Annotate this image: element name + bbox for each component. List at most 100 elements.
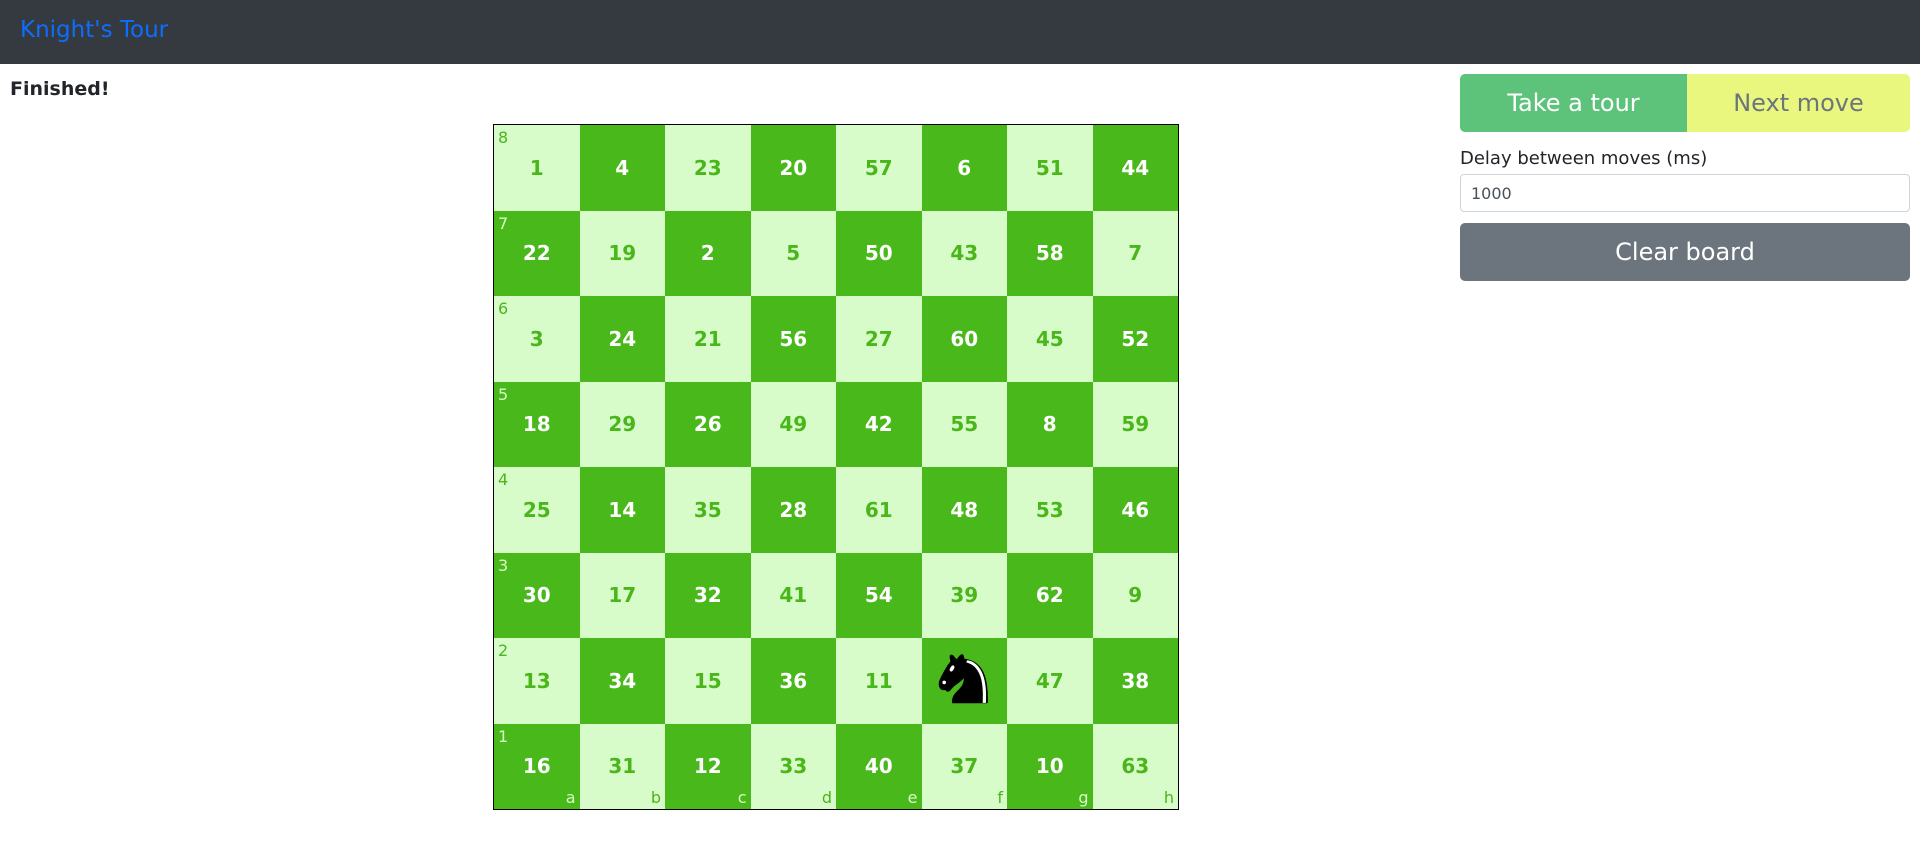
square-c6[interactable]: 21 (665, 296, 751, 382)
square-e1[interactable]: e 40 (836, 723, 922, 809)
square-b8[interactable]: 4 (579, 125, 665, 211)
square-b4[interactable]: 14 (579, 467, 665, 553)
square-d3[interactable]: 41 (750, 552, 836, 638)
take-a-tour-button[interactable]: Take a tour (1460, 74, 1687, 132)
square-f1[interactable]: f 37 (921, 723, 1007, 809)
square-f7[interactable]: 43 (921, 210, 1007, 296)
move-number: 54 (864, 583, 893, 608)
move-number: 2 (700, 241, 715, 266)
square-a4[interactable]: 4 25 (494, 467, 580, 553)
square-e3[interactable]: 54 (836, 552, 922, 638)
square-c3[interactable]: 32 (665, 552, 751, 638)
square-c2[interactable]: 15 (665, 638, 751, 724)
move-number: 26 (693, 412, 722, 437)
move-number: 6 (957, 155, 972, 180)
file-label: f (997, 788, 1003, 807)
square-h8[interactable]: 44 (1092, 125, 1178, 211)
square-a8[interactable]: 81 (494, 125, 580, 211)
rank-label: 8 (498, 128, 509, 147)
move-number: 61 (864, 497, 893, 522)
move-number: 24 (608, 326, 637, 351)
square-d8[interactable]: 20 (750, 125, 836, 211)
next-move-button[interactable]: Next move (1687, 74, 1910, 132)
square-a5[interactable]: 5 18 (494, 381, 580, 467)
move-number: 4 (615, 155, 630, 180)
move-number: 1 (529, 155, 544, 180)
file-label: a (565, 788, 576, 807)
square-a2[interactable]: 2 13 (494, 638, 580, 724)
square-b6[interactable]: 24 (579, 296, 665, 382)
square-h2[interactable]: 38 (1092, 638, 1178, 724)
square-c4[interactable]: 35 (665, 467, 751, 553)
square-f5[interactable]: 55 (921, 381, 1007, 467)
square-h1[interactable]: h 63 (1092, 723, 1178, 809)
move-number: 40 (864, 754, 893, 779)
square-e7[interactable]: 50 (836, 210, 922, 296)
square-b5[interactable]: 29 (579, 381, 665, 467)
square-g5[interactable]: 8 (1007, 381, 1093, 467)
square-d4[interactable]: 28 (750, 467, 836, 553)
square-f4[interactable]: 48 (921, 467, 1007, 553)
move-number: 52 (1121, 326, 1150, 351)
square-d7[interactable]: 5 (750, 210, 836, 296)
rank-label: 7 (498, 213, 509, 233)
square-c7[interactable]: 2 (665, 210, 751, 296)
square-d2[interactable]: 36 (750, 638, 836, 724)
square-f8[interactable]: 6 (921, 125, 1007, 211)
square-h7[interactable]: 7 (1092, 210, 1178, 296)
square-c8[interactable]: 23 (665, 125, 751, 211)
square-b3[interactable]: 17 (579, 552, 665, 638)
square-f2[interactable] (921, 638, 1007, 724)
move-number: 18 (522, 412, 551, 437)
move-number: 8 (1042, 412, 1057, 437)
square-h3[interactable]: 9 (1092, 552, 1178, 638)
square-g3[interactable]: 62 (1007, 552, 1093, 638)
move-number: 50 (864, 241, 893, 266)
square-a3[interactable]: 3 30 (494, 552, 580, 638)
square-g1[interactable]: g 10 (1007, 723, 1093, 809)
move-number: 51 (1035, 155, 1064, 180)
rank-label: 3 (498, 555, 509, 575)
square-e6[interactable]: 27 (836, 296, 922, 382)
brand-link[interactable]: Knight's Tour (20, 15, 168, 45)
square-c1[interactable]: c 12 (665, 723, 751, 809)
square-h5[interactable]: 59 (1092, 381, 1178, 467)
file-label: c (737, 788, 747, 807)
status-text: Finished! (10, 78, 110, 100)
square-e5[interactable]: 42 (836, 381, 922, 467)
square-f3[interactable]: 39 (921, 552, 1007, 638)
move-number: 37 (950, 754, 979, 779)
square-e4[interactable]: 61 (836, 467, 922, 553)
square-d1[interactable]: d 33 (750, 723, 836, 809)
square-b7[interactable]: 19 (579, 210, 665, 296)
move-number: 49 (779, 412, 808, 437)
clear-board-button[interactable]: Clear board (1460, 223, 1910, 281)
square-b2[interactable]: 34 (579, 638, 665, 724)
move-number: 23 (693, 155, 722, 180)
square-e8[interactable]: 57 (836, 125, 922, 211)
square-d5[interactable]: 49 (750, 381, 836, 467)
square-a6[interactable]: 63 (494, 296, 580, 382)
square-a1[interactable]: 1 a 16 (494, 723, 580, 809)
square-a7[interactable]: 7 22 (494, 210, 580, 296)
square-h4[interactable]: 46 (1092, 467, 1178, 553)
move-number: 29 (608, 412, 637, 437)
square-d6[interactable]: 56 (750, 296, 836, 382)
rank-label: 4 (498, 470, 509, 489)
square-g8[interactable]: 51 (1007, 125, 1093, 211)
square-g6[interactable]: 45 (1007, 296, 1093, 382)
move-number: 58 (1035, 241, 1064, 266)
move-number: 62 (1035, 583, 1064, 608)
square-f6[interactable]: 60 (921, 296, 1007, 382)
square-c5[interactable]: 26 (665, 381, 751, 467)
move-number: 15 (693, 668, 722, 693)
delay-input[interactable] (1460, 174, 1910, 212)
square-e2[interactable]: 11 (836, 638, 922, 724)
move-number: 48 (950, 497, 979, 522)
square-g2[interactable]: 47 (1007, 638, 1093, 724)
square-b1[interactable]: b 31 (579, 723, 665, 809)
knight-icon (931, 645, 997, 716)
square-g7[interactable]: 58 (1007, 210, 1093, 296)
square-h6[interactable]: 52 (1092, 296, 1178, 382)
square-g4[interactable]: 53 (1007, 467, 1093, 553)
